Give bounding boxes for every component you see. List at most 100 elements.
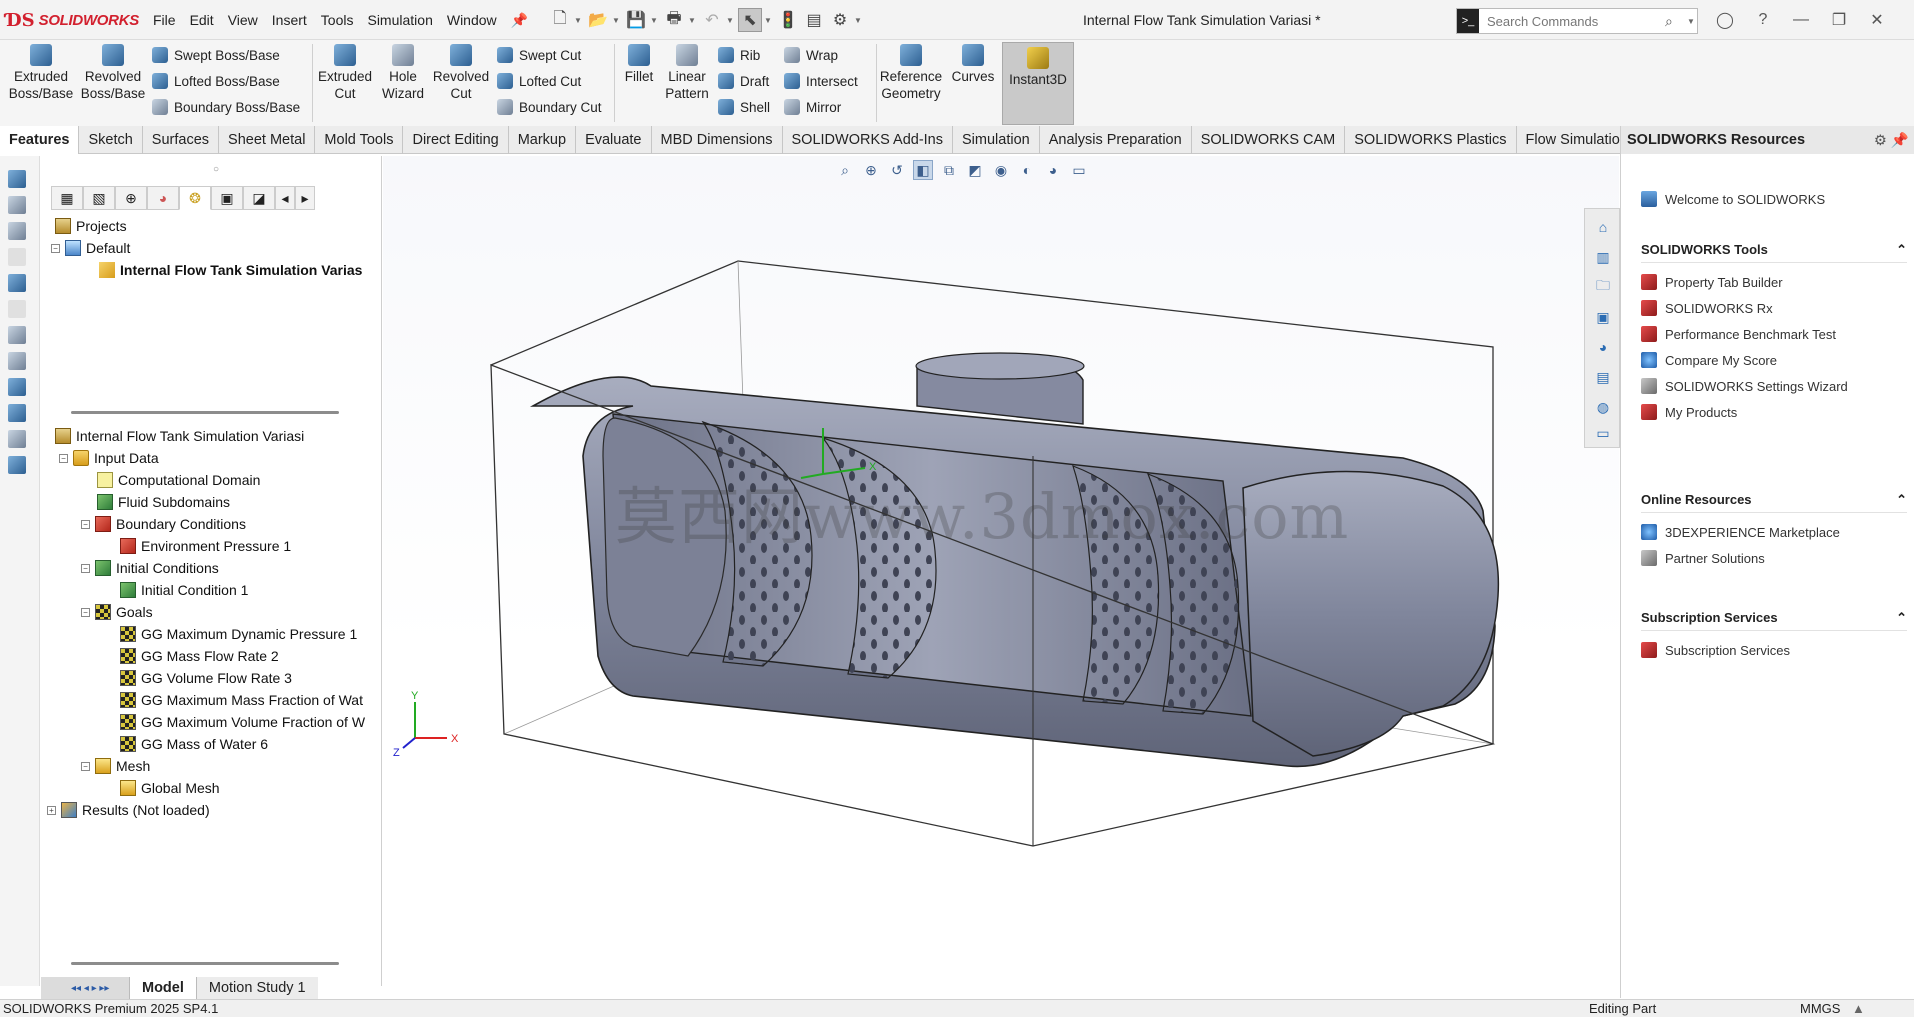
file-explorer-tab-icon[interactable]: 🗀 <box>1593 277 1613 297</box>
tree-results[interactable]: + Results (Not loaded) <box>47 800 210 820</box>
tab-analysis-preparation[interactable]: Analysis Preparation <box>1040 126 1192 154</box>
config-manager-tab-icon[interactable]: ⊕ <box>115 186 147 210</box>
splitter-bar[interactable] <box>71 411 339 414</box>
tab-solidworks-plastics[interactable]: SOLIDWORKS Plastics <box>1345 126 1517 154</box>
print-dropdown-icon[interactable]: ▼ <box>688 8 698 32</box>
home-tab-icon[interactable]: ⌂ <box>1593 217 1613 237</box>
property-manager-tab-icon[interactable]: ▧ <box>83 186 115 210</box>
tree-fluid-subdomains[interactable]: Fluid Subdomains <box>97 492 230 512</box>
more-tools-icon[interactable] <box>8 456 26 474</box>
select-dropdown-icon[interactable]: ▼ <box>764 8 774 32</box>
solidworks-logo[interactable]: ƊS SOLIDWORKS <box>6 8 139 32</box>
new-dropdown-icon[interactable]: ▼ <box>574 8 584 32</box>
goals-plot-icon[interactable] <box>8 430 26 448</box>
new-document-icon[interactable]: 🗋 <box>548 8 572 32</box>
tree-analysis-root[interactable]: Internal Flow Tank Simulation Variasi <box>55 426 304 446</box>
disabled-tool-icon[interactable] <box>8 300 26 318</box>
close-window-icon[interactable]: ✕ <box>1865 8 1889 32</box>
surface-plot-icon[interactable] <box>8 352 26 370</box>
menu-window[interactable]: Window <box>440 12 504 28</box>
flow-analysis-tab-icon[interactable]: ❂ <box>179 186 211 210</box>
tree-mesh[interactable]: − Mesh <box>81 756 150 776</box>
extruded-cut-button[interactable]: Extruded Cut <box>314 44 376 102</box>
tree-computational-domain[interactable]: Computational Domain <box>97 470 260 490</box>
tab-surfaces[interactable]: Surfaces <box>143 126 220 154</box>
tree-initial-conditions[interactable]: − Initial Conditions <box>81 558 219 578</box>
tree-goal-item[interactable]: GG Mass of Water 6 <box>120 734 268 754</box>
tool-link[interactable]: My Products <box>1641 399 1907 425</box>
menu-insert[interactable]: Insert <box>265 12 314 28</box>
user-account-icon[interactable]: ◯ <box>1713 8 1737 32</box>
tree-goal-item[interactable]: GG Maximum Volume Fraction of W <box>120 712 365 732</box>
tree-goal-item[interactable]: GG Mass Flow Rate 2 <box>120 646 279 666</box>
point-params-icon[interactable] <box>8 404 26 422</box>
general-settings-icon[interactable] <box>8 222 26 240</box>
collapse-icon[interactable]: − <box>59 453 68 463</box>
shell-button[interactable]: Shell <box>718 96 770 118</box>
tree-goal-item[interactable]: GG Volume Flow Rate 3 <box>120 668 292 688</box>
help-icon[interactable]: ? <box>1751 8 1775 32</box>
save-dropdown-icon[interactable]: ▼ <box>650 8 660 32</box>
tab-markup[interactable]: Markup <box>509 126 577 154</box>
3dexperience-tab-icon[interactable]: ◍ <box>1593 397 1613 417</box>
wrap-button[interactable]: Wrap <box>784 44 838 66</box>
tab-motion-study[interactable]: Motion Study 1 <box>195 977 318 999</box>
restore-window-icon[interactable]: ❐ <box>1827 8 1851 32</box>
hole-wizard-button[interactable]: Hole Wizard <box>376 44 430 102</box>
tree-goal-item[interactable]: GG Maximum Mass Fraction of Wat <box>120 690 363 710</box>
search-dropdown-icon[interactable]: ▼ <box>1687 9 1697 33</box>
tab-scroll-left-icon[interactable]: ◂ <box>275 186 295 210</box>
disabled-tool-icon[interactable] <box>8 248 26 266</box>
open-folder-icon[interactable]: 📂 <box>586 8 610 32</box>
3d-view-icon[interactable] <box>8 170 26 188</box>
tree-environment-pressure[interactable]: Environment Pressure 1 <box>120 536 291 556</box>
tank-model-svg[interactable]: X X Y Z <box>383 156 1619 978</box>
fillet-button[interactable]: Fillet <box>618 44 660 85</box>
draft-button[interactable]: Draft <box>718 70 769 92</box>
tree-project-item[interactable]: Internal Flow Tank Simulation Varias <box>99 260 362 280</box>
swept-cut-button[interactable]: Swept Cut <box>497 44 581 66</box>
pane-options-icon[interactable]: ⚙ 📌 <box>1874 132 1914 149</box>
graphics-area[interactable]: ⌕ ⊕ ↺ ◧ ⧉ ◩ ◉ ◐ ◕ ▭ X X Y Z 莫西网www.3dmox… <box>383 156 1619 978</box>
menu-tools[interactable]: Tools <box>314 12 361 28</box>
run-icon[interactable] <box>8 274 26 292</box>
tab-direct-editing[interactable]: Direct Editing <box>403 126 509 154</box>
subscription-link[interactable]: Subscription Services <box>1641 637 1907 663</box>
tab-solidworks-add-ins[interactable]: SOLIDWORKS Add-Ins <box>783 126 953 154</box>
undo-icon[interactable]: ↶ <box>700 8 724 32</box>
tab-features[interactable]: Features <box>0 126 80 154</box>
curves-button[interactable]: Curves <box>948 44 998 85</box>
extruded-boss-button[interactable]: Extruded Boss/Base <box>6 44 76 102</box>
file-properties-icon[interactable]: ▤ <box>802 8 826 32</box>
linear-pattern-button[interactable]: Linear Pattern <box>660 44 714 102</box>
units-selector[interactable]: MMGS <box>1800 1001 1840 1016</box>
traffic-light-icon[interactable]: 🚦 <box>776 8 800 32</box>
menu-edit[interactable]: Edit <box>183 12 221 28</box>
forum-tab-icon[interactable]: ▭ <box>1593 423 1613 443</box>
view-palette-tab-icon[interactable]: ▣ <box>1593 307 1613 327</box>
undo-dropdown-icon[interactable]: ▼ <box>726 8 736 32</box>
panel-pin-icon[interactable]: ○ <box>213 164 219 175</box>
sim-manager-tab-icon[interactable]: ◪ <box>243 186 275 210</box>
design-library-tab-icon[interactable]: ▥ <box>1593 247 1613 267</box>
tree-global-mesh[interactable]: Global Mesh <box>120 778 220 798</box>
wizard-icon[interactable] <box>8 196 26 214</box>
units-dropdown-icon[interactable]: ▲ <box>1852 1001 1865 1016</box>
pin-menu-icon[interactable]: 📌 <box>504 12 535 29</box>
search-icon[interactable]: ⌕ <box>1665 13 1687 30</box>
tab-sheet-metal[interactable]: Sheet Metal <box>219 126 316 154</box>
appearances-tab-icon[interactable]: ◕ <box>1593 337 1613 357</box>
swept-boss-button[interactable]: Swept Boss/Base <box>152 44 280 66</box>
menu-file[interactable]: File <box>146 12 183 28</box>
welcome-link[interactable]: Welcome to SOLIDWORKS <box>1641 186 1907 212</box>
menu-simulation[interactable]: Simulation <box>360 12 439 28</box>
collapse-icon[interactable]: − <box>81 563 90 573</box>
tree-goal-item[interactable]: GG Maximum Dynamic Pressure 1 <box>120 624 357 644</box>
tree-goals[interactable]: − Goals <box>81 602 153 622</box>
display-manager-tab-icon[interactable]: ◕ <box>147 186 179 210</box>
print-icon[interactable]: 🖶 <box>662 8 686 32</box>
tab-mbd-dimensions[interactable]: MBD Dimensions <box>652 126 783 154</box>
instant3d-button[interactable]: Instant3D <box>1002 42 1074 125</box>
tab-solidworks-cam[interactable]: SOLIDWORKS CAM <box>1192 126 1346 154</box>
boundary-boss-button[interactable]: Boundary Boss/Base <box>152 96 300 118</box>
